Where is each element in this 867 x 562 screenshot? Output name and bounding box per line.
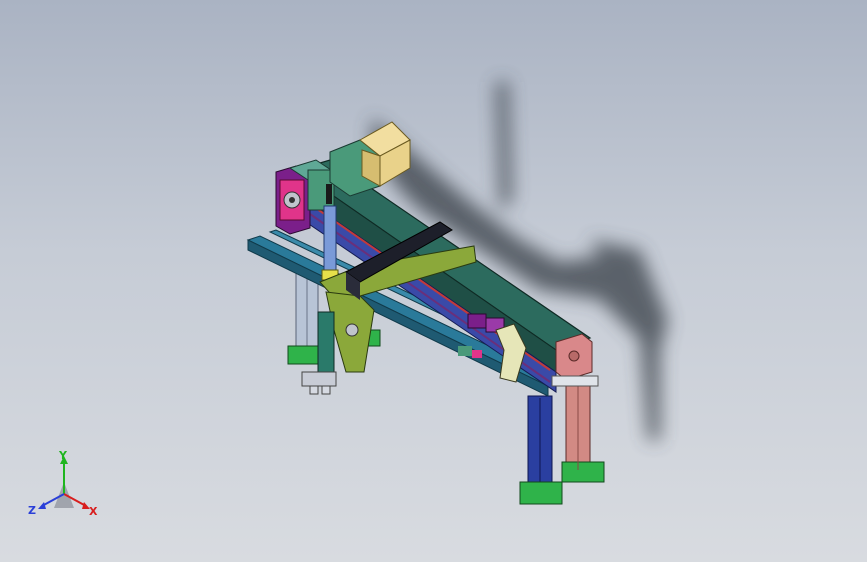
right-leg-back[interactable] — [561, 377, 605, 483]
gantry-model[interactable] — [0, 0, 867, 562]
right-end-plate[interactable] — [551, 333, 599, 387]
y-axis-label: Y — [59, 449, 67, 462]
coordinate-triad: Y Z X — [24, 448, 104, 524]
right-leg-front[interactable] — [519, 395, 563, 505]
x-axis-label: X — [89, 505, 98, 518]
z-axis-label: Z — [28, 504, 36, 517]
cad-viewport[interactable] — [0, 0, 867, 562]
